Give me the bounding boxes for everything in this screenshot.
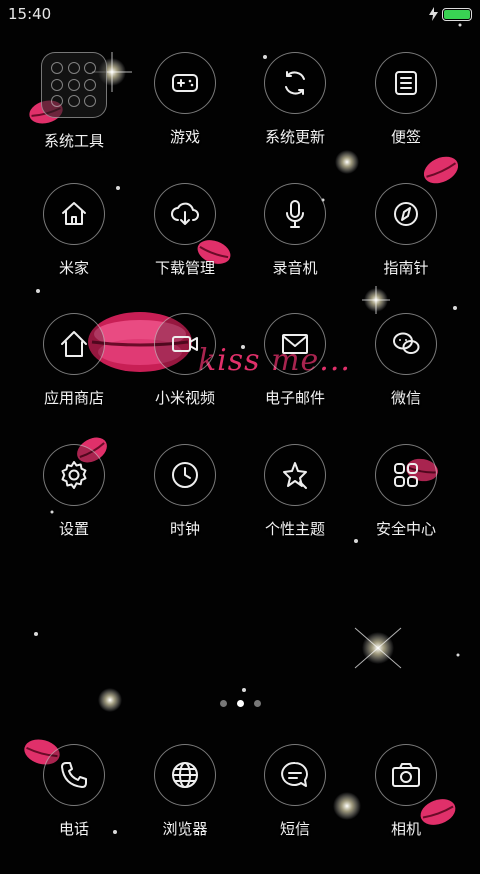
dock-messages[interactable]: 短信 (240, 744, 350, 874)
app-label: 个性主题 (264, 520, 325, 538)
battery-fill (444, 9, 470, 19)
app-system-tools[interactable]: 系统工具 (19, 52, 129, 182)
app-games[interactable]: 游戏 (130, 52, 240, 182)
app-clock[interactable]: 时钟 (130, 444, 240, 574)
theme-star-icon (264, 444, 326, 506)
gear-icon (43, 444, 105, 506)
folder-mini-app-icon (51, 95, 63, 108)
app-settings[interactable]: 设置 (19, 444, 129, 574)
folder-mini-app-icon (84, 62, 97, 74)
app-label: 相机 (390, 820, 421, 838)
app-label: 下载管理 (154, 259, 215, 277)
app-label: 浏览器 (162, 820, 208, 838)
battery-icon (442, 7, 472, 21)
cloud-download-icon (154, 183, 216, 245)
app-label: 小米视频 (154, 389, 215, 407)
app-video[interactable]: 小米视频 (130, 313, 240, 443)
app-label: 米家 (58, 259, 89, 277)
folder-mini-app-icon (51, 62, 63, 74)
wechat-icon (375, 313, 437, 375)
app-themes[interactable]: 个性主题 (240, 444, 350, 574)
app-wechat[interactable]: 微信 (351, 313, 461, 443)
gamepad-icon (154, 52, 216, 114)
app-label: 应用商店 (43, 389, 104, 407)
folder-mini-app-icon (84, 78, 97, 91)
app-label: 安全中心 (375, 520, 436, 538)
compass-icon (375, 183, 437, 245)
app-label: 录音机 (272, 259, 318, 277)
app-label: 指南针 (383, 259, 429, 277)
folder-mini-app-icon (67, 62, 80, 74)
app-label: 设置 (58, 520, 89, 538)
folder-icon (41, 52, 107, 118)
app-security[interactable]: 安全中心 (351, 444, 461, 574)
video-icon (154, 313, 216, 375)
phone-icon (43, 744, 105, 806)
app-label: 短信 (279, 820, 310, 838)
dock-phone[interactable]: 电话 (19, 744, 129, 874)
folder-mini-app-icon (67, 95, 80, 108)
app-store[interactable]: 应用商店 (19, 313, 129, 443)
app-email[interactable]: 电子邮件 (240, 313, 350, 443)
app-label: 时钟 (169, 520, 200, 538)
app-notes[interactable]: 便签 (351, 52, 461, 182)
security-grid-icon (375, 444, 437, 506)
clock-icon (154, 444, 216, 506)
app-label: 游戏 (169, 128, 200, 146)
app-label: 系统更新 (264, 128, 325, 146)
app-mijia[interactable]: 米家 (19, 183, 129, 313)
dock-camera[interactable]: 相机 (351, 744, 461, 874)
refresh-icon (264, 52, 326, 114)
home-icon (43, 183, 105, 245)
camera-icon (375, 744, 437, 806)
message-icon (264, 744, 326, 806)
folder-mini-app-icon (51, 78, 63, 91)
notes-icon (375, 52, 437, 114)
app-label: 微信 (390, 389, 421, 407)
store-home-icon (43, 313, 105, 375)
page-dot[interactable] (253, 700, 261, 707)
status-time: 15:40 (8, 5, 52, 23)
globe-icon (154, 744, 216, 806)
dock-browser[interactable]: 浏览器 (130, 744, 240, 874)
app-downloads[interactable]: 下载管理 (130, 183, 240, 313)
app-label: 便签 (390, 128, 421, 146)
microphone-icon (264, 183, 326, 245)
folder-mini-app-icon (67, 78, 80, 91)
app-label: 电话 (58, 820, 89, 838)
page-dot[interactable] (219, 700, 227, 707)
app-system-update[interactable]: 系统更新 (240, 52, 350, 182)
mail-icon (264, 313, 326, 375)
status-bar: 15:40 (0, 0, 480, 28)
app-label: 系统工具 (43, 132, 104, 150)
app-recorder[interactable]: 录音机 (240, 183, 350, 313)
app-label: 电子邮件 (264, 389, 325, 407)
folder-mini-app-icon (84, 95, 97, 108)
page-indicator (0, 700, 480, 707)
page-dot[interactable] (236, 700, 244, 707)
app-compass[interactable]: 指南针 (351, 183, 461, 313)
charging-bolt-icon (429, 7, 438, 21)
